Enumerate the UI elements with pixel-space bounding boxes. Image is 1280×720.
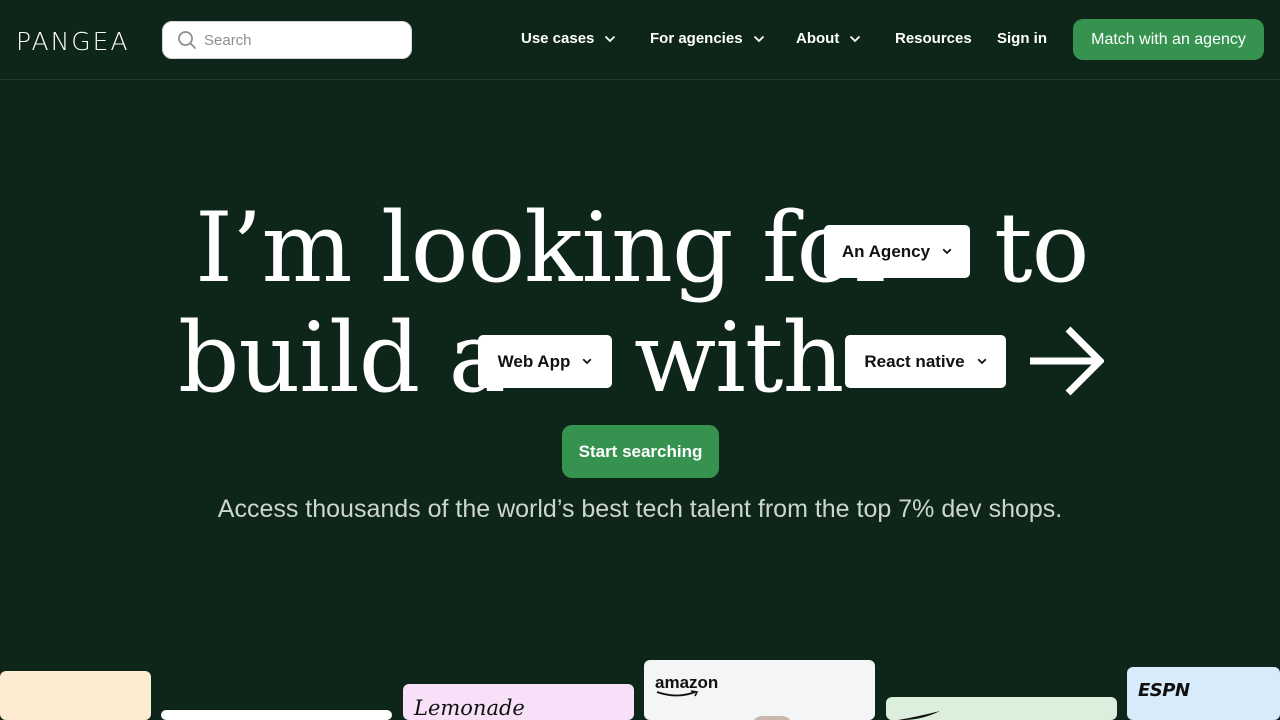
nav-use-cases-label: Use cases xyxy=(521,30,595,47)
chevron-down-icon xyxy=(942,248,952,255)
pangea-logo[interactable]: PANGEA xyxy=(16,27,130,56)
nav-sign-in[interactable]: Sign in xyxy=(997,30,1047,47)
match-agency-button[interactable]: Match with an agency xyxy=(1073,19,1264,60)
client-card-lemonade: Lemonade xyxy=(403,684,634,720)
nike-swoosh-icon xyxy=(898,711,940,720)
search-input[interactable] xyxy=(204,31,404,49)
hero-line2-text: build a xyxy=(178,302,506,414)
chevron-down-icon xyxy=(582,358,592,365)
person-photo xyxy=(752,716,792,720)
lemonade-logo: Lemonade xyxy=(414,696,525,720)
agency-dropdown[interactable]: An Agency xyxy=(824,225,970,278)
hero-line2-mid: with xyxy=(634,302,844,414)
hero-line1-text: I’m looking for xyxy=(195,192,899,304)
technology-dropdown-label: React native xyxy=(864,351,965,371)
hero-subtitle: Access thousands of the world’s best tec… xyxy=(217,495,1063,523)
nav-for-agencies[interactable]: For agencies xyxy=(650,30,765,47)
nav-use-cases[interactable]: Use cases xyxy=(521,30,616,47)
agency-dropdown-label: An Agency xyxy=(841,241,931,261)
amazon-smile-icon xyxy=(656,690,699,697)
search-box[interactable] xyxy=(162,21,412,59)
client-card-nike xyxy=(886,697,1117,720)
search-icon xyxy=(178,31,196,49)
chevron-down-icon xyxy=(977,358,987,365)
client-card xyxy=(0,671,151,720)
arrow-right-icon[interactable] xyxy=(1028,325,1104,397)
espn-logo: ESPN xyxy=(1138,680,1190,701)
nav-about-label: About xyxy=(796,30,840,47)
nav-for-agencies-label: For agencies xyxy=(650,30,743,47)
technology-dropdown[interactable]: React native xyxy=(845,335,1006,388)
nav-resources[interactable]: Resources xyxy=(895,30,972,47)
chevron-down-icon xyxy=(850,35,861,42)
project-type-dropdown[interactable]: Web App xyxy=(478,335,612,388)
client-card-amazon: amazon xyxy=(644,660,875,720)
nav-about[interactable]: About xyxy=(796,30,861,47)
hero-line1-end: to xyxy=(994,192,1089,304)
start-searching-button[interactable]: Start searching xyxy=(562,425,719,478)
project-type-dropdown-label: Web App xyxy=(497,351,571,371)
client-card xyxy=(161,710,392,720)
chevron-down-icon xyxy=(605,35,616,42)
chevron-down-icon xyxy=(753,35,764,42)
top-navbar: PANGEA Use cases For agencies About Reso… xyxy=(0,0,1280,80)
client-card-espn: ESPN xyxy=(1127,667,1280,720)
